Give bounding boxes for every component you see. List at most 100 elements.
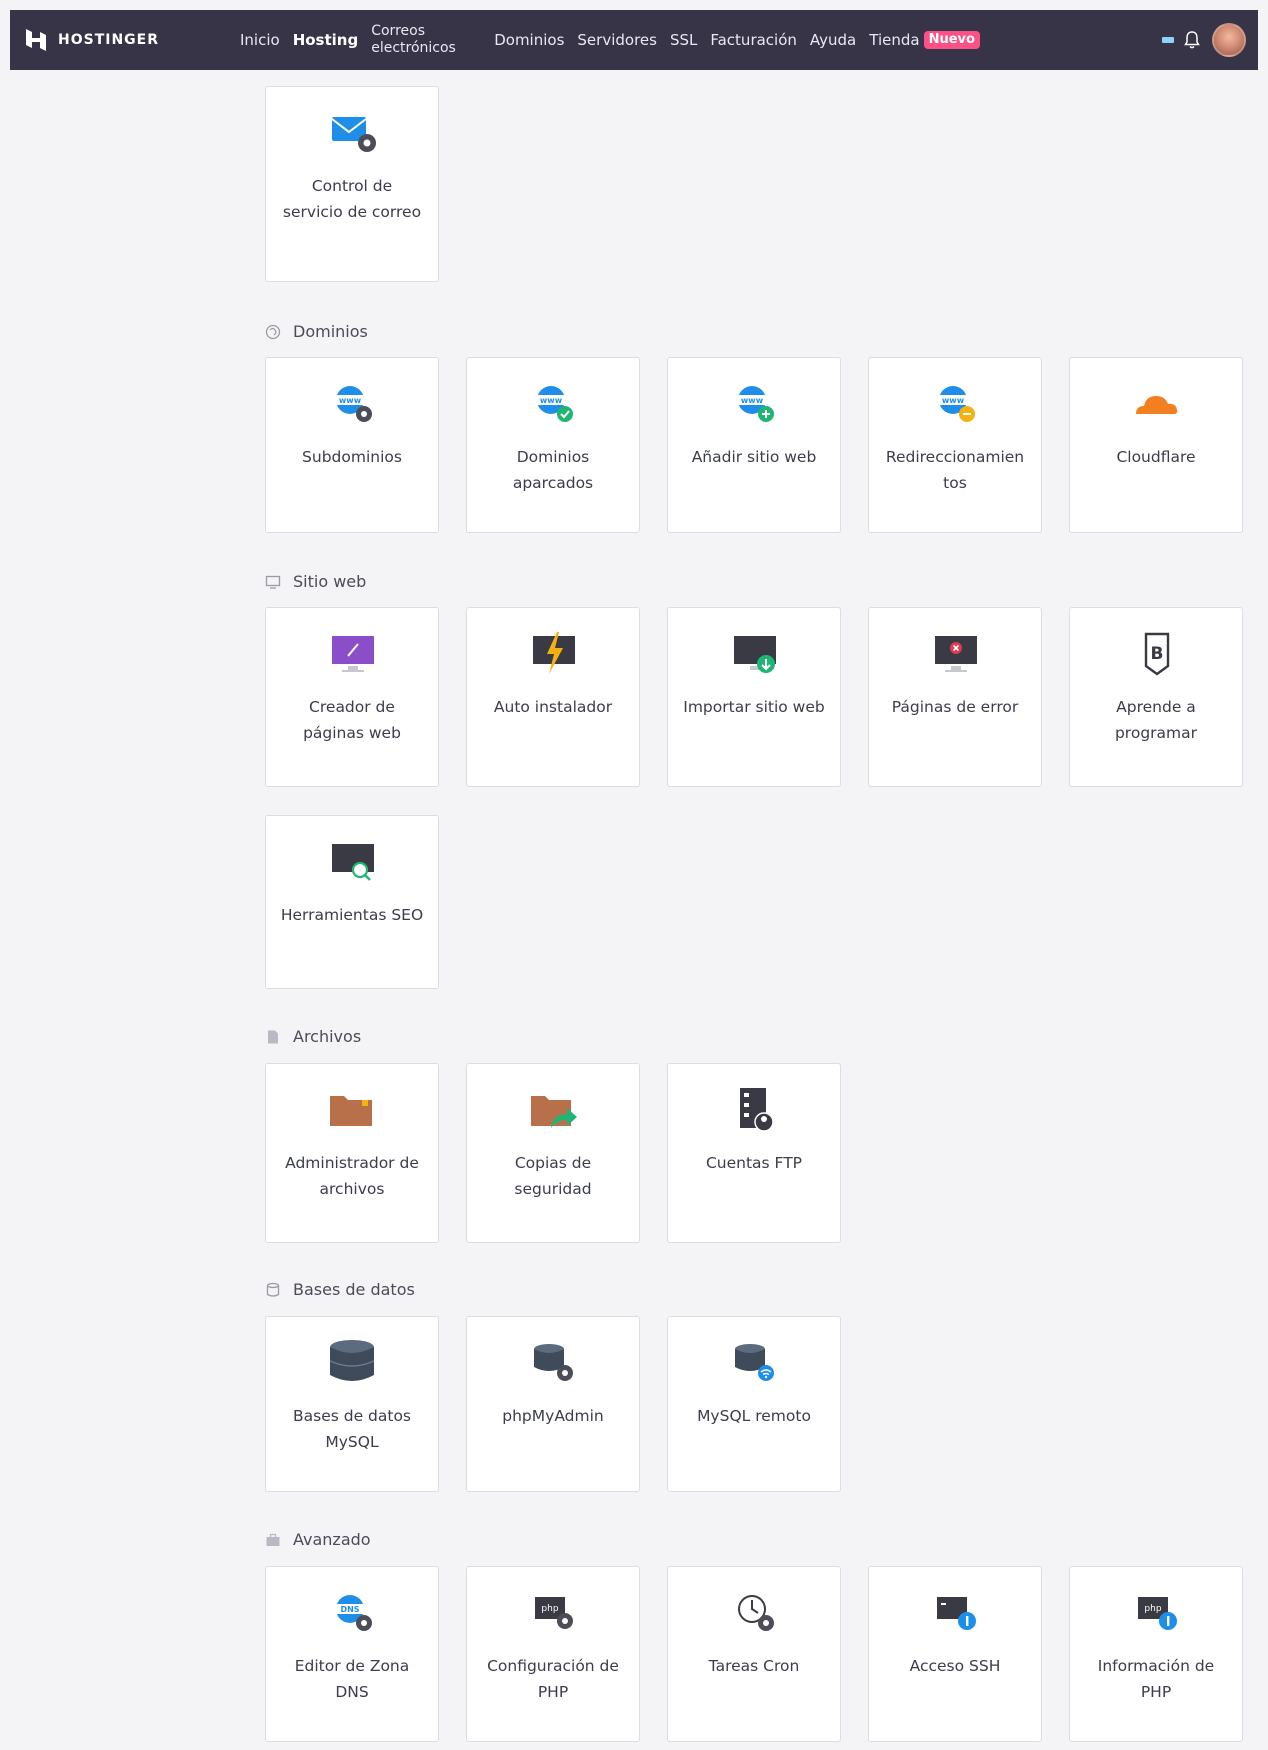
card-php-info[interactable]: php Información de PHP bbox=[1069, 1566, 1243, 1742]
menu-icon[interactable] bbox=[1162, 37, 1174, 43]
card-label: Dominios aparcados bbox=[512, 448, 594, 492]
card-remote-mysql[interactable]: MySQL remoto bbox=[667, 1316, 841, 1492]
svg-text:www: www bbox=[741, 396, 764, 405]
svg-text:php: php bbox=[1144, 1604, 1161, 1614]
avatar[interactable] bbox=[1212, 23, 1246, 57]
card-dns-zone-editor[interactable]: DNS Editor de Zona DNS bbox=[265, 1566, 439, 1742]
section-title-website: Sitio web bbox=[265, 572, 366, 591]
card-import-website[interactable]: Importar sitio web bbox=[667, 607, 841, 787]
bell-icon[interactable] bbox=[1184, 30, 1200, 50]
card-label: Editor de Zona DNS bbox=[294, 1657, 410, 1701]
card-backups[interactable]: Copias de seguridad bbox=[466, 1063, 640, 1243]
svg-text:www: www bbox=[942, 396, 965, 405]
card-ssh-access[interactable]: Acceso SSH bbox=[868, 1566, 1042, 1742]
card-add-website[interactable]: www Añadir sitio web bbox=[667, 357, 841, 533]
php-info-icon: php bbox=[1138, 1597, 1177, 1630]
card-label: Auto instalador bbox=[493, 698, 613, 716]
card-cron-jobs[interactable]: Tareas Cron bbox=[667, 1566, 841, 1742]
section-title-advanced: Avanzado bbox=[265, 1530, 371, 1549]
card-seo-tools[interactable]: Herramientas SEO bbox=[265, 815, 439, 989]
section-title-label: Dominios bbox=[293, 322, 368, 341]
card-label: Administrador de archivos bbox=[285, 1154, 419, 1198]
card-label: MySQL remoto bbox=[697, 1407, 811, 1425]
card-phpmyadmin[interactable]: phpMyAdmin bbox=[466, 1316, 640, 1492]
card-label: Páginas de error bbox=[891, 698, 1019, 716]
card-label: Añadir sitio web bbox=[691, 448, 817, 466]
new-badge: Nuevo bbox=[923, 31, 980, 49]
brand-logo[interactable]: HOSTINGER bbox=[24, 28, 224, 52]
nav-item-ayuda[interactable]: Ayuda bbox=[810, 31, 856, 49]
nav-item-servidores[interactable]: Servidores bbox=[577, 31, 657, 49]
code-shield-icon: B bbox=[1144, 632, 1170, 676]
import-monitor-icon bbox=[734, 636, 776, 673]
card-label: Copias de seguridad bbox=[514, 1154, 592, 1198]
section-title-label: Sitio web bbox=[293, 572, 367, 591]
card-label: Redireccionamientos bbox=[885, 448, 1025, 492]
globe-icon bbox=[265, 324, 281, 339]
svg-text:B: B bbox=[1151, 644, 1164, 664]
error-monitor-icon bbox=[935, 636, 977, 672]
svg-text:DNS: DNS bbox=[340, 1605, 359, 1614]
backup-folder-icon bbox=[531, 1096, 577, 1128]
nav-item-ssl[interactable]: SSL bbox=[670, 31, 697, 49]
card-label: Aprende a programar bbox=[1114, 698, 1198, 742]
nav-item-dominios[interactable]: Dominios bbox=[494, 31, 564, 49]
toolbox-icon bbox=[266, 1533, 280, 1546]
php-gear-icon: php bbox=[535, 1597, 573, 1629]
nav-item-inicio[interactable]: Inicio bbox=[240, 31, 280, 49]
card-label: Bases de datos MySQL bbox=[292, 1407, 412, 1451]
nav-item-correos[interactable]: Correos electrónicos bbox=[371, 23, 481, 57]
database-icon bbox=[329, 1340, 375, 1381]
card-redirects[interactable]: www Redireccionamientos bbox=[868, 357, 1042, 533]
nav-item-facturacion[interactable]: Facturación bbox=[710, 31, 797, 49]
top-navigation-bar: HOSTINGER Inicio Hosting Correos electró… bbox=[10, 10, 1258, 70]
ftp-server-icon bbox=[740, 1088, 774, 1132]
section-title-files: Archivos bbox=[265, 1027, 361, 1046]
svg-text:www: www bbox=[339, 396, 362, 405]
nav-item-tienda-label: Tienda bbox=[869, 31, 920, 49]
card-label: Importar sitio web bbox=[683, 698, 825, 716]
file-icon bbox=[268, 1030, 278, 1043]
folder-icon bbox=[330, 1096, 372, 1126]
card-label: Cuentas FTP bbox=[705, 1154, 803, 1172]
main-nav: Inicio Hosting Correos electrónicos Domi… bbox=[240, 10, 993, 70]
svg-text:www: www bbox=[540, 396, 563, 405]
seo-monitor-icon bbox=[332, 844, 374, 881]
card-website-builder[interactable]: Creador de páginas web bbox=[265, 607, 439, 787]
cloudflare-icon bbox=[1136, 396, 1178, 414]
nav-item-hosting[interactable]: Hosting bbox=[293, 31, 359, 49]
card-label: Creador de páginas web bbox=[303, 698, 401, 742]
clock-gear-icon bbox=[738, 1595, 774, 1631]
card-label: Configuración de PHP bbox=[487, 1657, 619, 1701]
www-check-icon: www bbox=[535, 386, 573, 422]
website-builder-icon bbox=[332, 636, 374, 672]
brand-name: HOSTINGER bbox=[58, 32, 160, 48]
svg-text:php: php bbox=[541, 1604, 558, 1614]
monitor-icon bbox=[265, 575, 281, 589]
card-label: Cloudflare bbox=[1116, 448, 1196, 466]
mail-gear-icon bbox=[331, 117, 376, 152]
hostinger-logo-icon bbox=[26, 29, 46, 51]
card-label: Acceso SSH bbox=[909, 1657, 1001, 1675]
card-php-config[interactable]: php Configuración de PHP bbox=[466, 1566, 640, 1742]
terminal-icon bbox=[937, 1597, 976, 1630]
section-title-databases: Bases de datos bbox=[265, 1280, 415, 1299]
card-label: Subdominios bbox=[302, 448, 402, 466]
database-gear-icon bbox=[534, 1344, 573, 1381]
card-ftp-accounts[interactable]: Cuentas FTP bbox=[667, 1063, 841, 1243]
card-auto-installer[interactable]: Auto instalador bbox=[466, 607, 640, 787]
www-gear-icon: www bbox=[334, 386, 372, 422]
section-title-domains: Dominios bbox=[265, 322, 368, 341]
card-learn-to-code[interactable]: B Aprende a programar bbox=[1069, 607, 1243, 787]
card-subdomains[interactable]: www Subdominios bbox=[265, 357, 439, 533]
card-label: Herramientas SEO bbox=[280, 906, 424, 924]
card-cloudflare[interactable]: Cloudflare bbox=[1069, 357, 1243, 533]
card-file-manager[interactable]: Administrador de archivos bbox=[265, 1063, 439, 1243]
card-parked-domains[interactable]: www Dominios aparcados bbox=[466, 357, 640, 533]
card-error-pages[interactable]: Páginas de error bbox=[868, 607, 1042, 787]
card-mysql-databases[interactable]: Bases de datos MySQL bbox=[265, 1316, 439, 1492]
card-mail-service-control[interactable]: Control de servicio de correo bbox=[265, 86, 439, 282]
nav-item-tienda[interactable]: Tienda Nuevo bbox=[869, 31, 980, 49]
www-plus-icon: www bbox=[736, 386, 774, 422]
card-label: Control de servicio de correo bbox=[282, 177, 422, 221]
